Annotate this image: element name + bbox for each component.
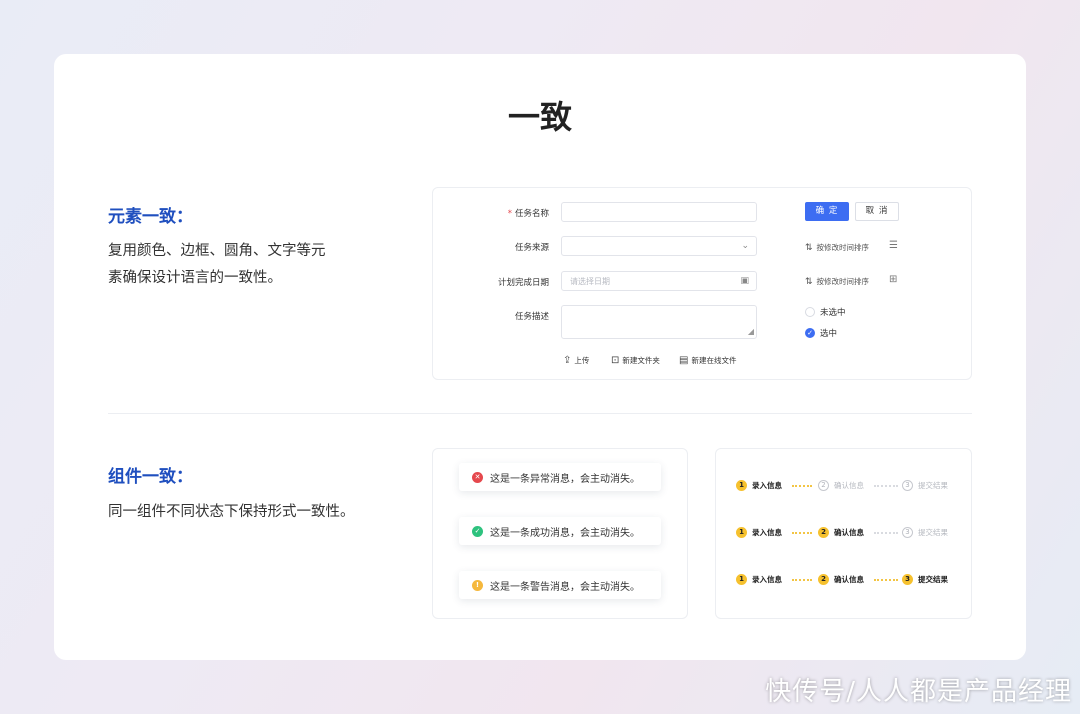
- cancel-button[interactable]: 取 消: [855, 202, 899, 221]
- section-description-component-consistency: 同一组件不同状态下保持形式一致性。: [108, 504, 355, 520]
- grid-view-icon[interactable]: ⊞: [889, 274, 897, 285]
- step-connector: [792, 485, 812, 487]
- form-demo-panel: * 任务名称 任务来源 计划完成日期 任务描述 ⌄ 请选择日期 ▣ ◢ 确 定 取…: [432, 187, 972, 380]
- page-title: 一致: [507, 98, 572, 136]
- section-desc-line: 复用颜色、边框、圆角、文字等元: [108, 243, 326, 259]
- message-toast-error: ✕ 这是一条异常消息，会主动消失。: [459, 463, 661, 491]
- form-label-task-source: 任务来源: [514, 243, 549, 253]
- calendar-icon: ▣: [740, 276, 749, 286]
- upload-action[interactable]: ⇪ 上传: [563, 355, 589, 366]
- task-source-select[interactable]: ⌄: [561, 236, 757, 256]
- message-demo-panel: ✕ 这是一条异常消息，会主动消失。 ✓ 这是一条成功消息，会主动消失。 ! 这是…: [432, 448, 688, 619]
- upload-icon: ⇪: [563, 355, 572, 366]
- sort-icon: ⇅: [805, 276, 813, 287]
- step-item: 2 确认信息: [818, 527, 864, 538]
- step-item: 1 录入信息: [736, 574, 782, 585]
- form-label-description: 任务描述: [514, 312, 549, 322]
- step-connector: [874, 579, 898, 581]
- confirm-button[interactable]: 确 定: [805, 202, 849, 221]
- steps-row-1: 1 录入信息 2 确认信息 3 提交结果: [736, 480, 952, 494]
- folder-icon: ⊡: [611, 355, 620, 366]
- new-online-file-action[interactable]: ▤ 新建在线文件: [679, 355, 736, 366]
- sort-by-modified-time-1[interactable]: ⇅ 按修改时间排序: [805, 242, 869, 253]
- description-textarea[interactable]: ◢: [561, 305, 757, 339]
- sort-by-modified-time-2[interactable]: ⇅ 按修改时间排序: [805, 276, 869, 287]
- section-divider: [108, 413, 972, 414]
- warning-icon: !: [472, 579, 483, 591]
- due-date-picker[interactable]: 请选择日期 ▣: [561, 271, 757, 291]
- new-folder-action[interactable]: ⊡ 新建文件夹: [611, 355, 660, 366]
- step-item: 2 确认信息: [818, 574, 864, 585]
- steps-row-2: 1 录入信息 2 确认信息 3 提交结果: [736, 527, 952, 541]
- chevron-down-icon: ⌄: [741, 241, 749, 251]
- radio-circle-icon: [805, 307, 815, 317]
- steps-row-3: 1 录入信息 2 确认信息 3 提交结果: [736, 574, 952, 588]
- list-view-icon[interactable]: ☰: [889, 240, 898, 251]
- step-connector: [874, 532, 898, 534]
- radio-unselected[interactable]: 未选中: [805, 306, 846, 318]
- content-card: 一致 元素一致： 复用颜色、边框、圆角、文字等元 素确保设计语言的一致性。 * 任…: [54, 54, 1026, 660]
- step-item: 3 提交结果: [902, 527, 948, 538]
- sort-icon: ⇅: [805, 242, 813, 253]
- section-desc-line: 素确保设计语言的一致性。: [108, 270, 282, 286]
- date-placeholder: 请选择日期: [570, 277, 610, 286]
- task-name-input[interactable]: [561, 202, 757, 222]
- message-toast-success: ✓ 这是一条成功消息，会主动消失。: [459, 517, 661, 545]
- steps-demo-panel: 1 录入信息 2 确认信息 3 提交结果 1 录入信息 2 确认信息 3 提交结果 1 录入信…: [715, 448, 972, 619]
- message-toast-warning: ! 这是一条警告消息，会主动消失。: [459, 571, 661, 599]
- error-icon: ✕: [472, 471, 483, 483]
- watermark: 快传号/人人都是产品经理: [765, 677, 1072, 707]
- step-connector: [792, 532, 812, 534]
- radio-selected[interactable]: ✓ 选中: [805, 327, 837, 339]
- section-description-element-consistency: 复用颜色、边框、圆角、文字等元 素确保设计语言的一致性。: [108, 238, 368, 292]
- step-connector: [874, 485, 898, 487]
- step-item: 1 录入信息: [736, 527, 782, 538]
- section-heading-component-consistency: 组件一致：: [108, 467, 193, 487]
- step-item: 3 提交结果: [902, 480, 948, 491]
- document-icon: ▤: [679, 355, 689, 366]
- step-connector: [792, 579, 812, 581]
- step-item: 1 录入信息: [736, 480, 782, 491]
- success-icon: ✓: [472, 525, 483, 537]
- form-label-due-date: 计划完成日期: [497, 278, 549, 288]
- section-heading-element-consistency: 元素一致：: [108, 207, 193, 227]
- radio-checked-icon: ✓: [805, 328, 815, 338]
- form-label-task-name: * 任务名称: [507, 209, 549, 219]
- resize-handle-icon[interactable]: ◢: [748, 327, 754, 337]
- step-item: 3 提交结果: [902, 574, 948, 585]
- step-item: 2 确认信息: [818, 480, 864, 491]
